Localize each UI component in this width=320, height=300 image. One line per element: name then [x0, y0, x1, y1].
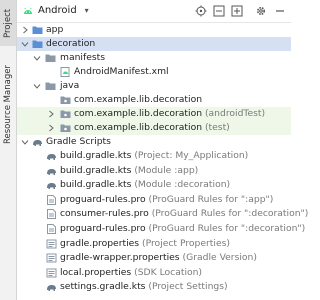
tree-item-gradle-file[interactable]: build.gradle.kts (Module :app): [17, 164, 291, 178]
tree-item-source-tag: (test): [204, 122, 230, 133]
tree-item-label: app: [46, 24, 64, 35]
gradle-icon: [47, 154, 56, 160]
tree-item-label: manifests: [60, 52, 106, 63]
tree-item-label: build.gradle.kts: [60, 164, 132, 176]
tree-item-java[interactable]: java: [17, 79, 291, 93]
minimize-icon[interactable]: [274, 5, 286, 17]
tree-item-note: (Module :decoration): [134, 179, 231, 191]
tree-item-gradle-file[interactable]: settings.gradle.kts (Project Settings): [17, 280, 291, 294]
project-toolbar: Android ▾: [17, 0, 291, 23]
tree-item-label: java: [60, 80, 80, 91]
tree-item-gradle-scripts[interactable]: Gradle Scripts: [17, 135, 291, 149]
module-folder-icon: [32, 40, 43, 48]
tree-item-note: (ProGuard Rules for ":app"): [148, 193, 274, 205]
tree-item-android-manifest[interactable]: AndroidManifest.xml: [17, 65, 291, 79]
gradle-elephant-icon: [33, 140, 42, 146]
package-folder-icon: [60, 96, 71, 104]
file-icon: [47, 194, 56, 205]
expand-all-icon[interactable]: [231, 5, 243, 17]
tree-item-gradle-file[interactable]: gradle.properties (Project Properties): [17, 237, 291, 251]
chevron-down-icon[interactable]: [33, 54, 41, 62]
tree-item-label: com.example.lib.decoration: [74, 108, 203, 119]
chevron-down-icon[interactable]: [33, 82, 41, 90]
tree-item-label: proguard-rules.pro: [60, 223, 146, 234]
tree-item-manifests[interactable]: manifests: [17, 51, 291, 65]
gradle-icon: [47, 285, 56, 292]
tree-item-label: build.gradle.kts: [60, 150, 132, 161]
chevron-down-icon: ▾: [84, 6, 89, 15]
tab-resource-manager[interactable]: Resource Manager: [0, 60, 16, 150]
tree-item-label: decoration: [46, 38, 96, 49]
tree-item-note: (SDK Location): [134, 266, 203, 278]
tree-item-label: consumer-rules.pro: [60, 208, 149, 220]
tree-item-label: build.gradle.kts: [60, 179, 132, 191]
tree-item-label: AndroidManifest.xml: [74, 66, 169, 77]
tree-item-label: local.properties: [60, 266, 132, 278]
android-icon: [24, 7, 32, 14]
tree-item-label: com.example.lib.decoration: [74, 122, 203, 133]
chevron-down-icon[interactable]: [21, 138, 29, 146]
tree-item-note: (Project Settings): [148, 281, 228, 293]
folder-icon: [45, 54, 56, 62]
crosshair-icon[interactable]: [195, 5, 207, 17]
file-icon: [47, 209, 56, 220]
manifest-file-icon: [60, 67, 70, 77]
gradle-icon: [47, 168, 56, 175]
properties-icon: [46, 253, 57, 263]
file-icon: [47, 224, 56, 234]
tree-item-note: (Project: My_Application): [134, 150, 249, 161]
chevron-right-icon[interactable]: [47, 110, 55, 118]
collapse-all-icon[interactable]: [213, 5, 225, 17]
tree-item-label: Gradle Scripts: [46, 136, 111, 147]
view-mode-label: Android: [38, 5, 77, 16]
tree-item-label: settings.gradle.kts: [60, 281, 146, 293]
package-folder-icon: [60, 124, 71, 132]
chevron-right-icon[interactable]: [21, 26, 29, 34]
properties-icon: [46, 239, 57, 249]
tree-item-gradle-file[interactable]: gradle-wrapper.properties (Gradle Versio…: [17, 251, 291, 265]
module-folder-icon: [32, 26, 43, 34]
project-tree: app decoration manifests AndroidManifest…: [17, 23, 308, 300]
tree-item-note: (Project Properties): [142, 237, 230, 249]
tree-item-label: gradle-wrapper.properties: [60, 252, 180, 264]
tree-item-gradle-file[interactable]: proguard-rules.pro (ProGuard Rules for "…: [17, 222, 305, 236]
tree-item-decoration[interactable]: decoration: [17, 37, 291, 51]
tree-item-label: gradle.properties: [60, 237, 140, 249]
tree-item-app[interactable]: app: [17, 23, 291, 37]
gear-icon[interactable]: [255, 5, 267, 17]
tree-item-gradle-file[interactable]: build.gradle.kts (Module :decoration): [17, 178, 291, 192]
package-folder-icon: [60, 110, 71, 118]
folder-icon: [45, 82, 56, 90]
chevron-down-icon[interactable]: [21, 40, 29, 48]
tree-item-source-tag: (androidTest): [204, 108, 266, 119]
chevron-right-icon[interactable]: [47, 124, 55, 132]
tree-item-note: (Module :app): [134, 164, 199, 176]
tree-item-label: com.example.lib.decoration: [74, 94, 203, 105]
tool-window-strip: Project Resource Manager: [0, 0, 17, 300]
tree-item-note: (ProGuard Rules for ":decoration"): [151, 208, 309, 220]
tab-project[interactable]: Project: [0, 0, 16, 46]
tree-item-gradle-file[interactable]: consumer-rules.pro (ProGuard Rules for "…: [17, 207, 308, 221]
view-mode-dropdown[interactable]: Android ▾: [38, 4, 89, 18]
tree-item-note: (Gradle Version): [182, 252, 257, 264]
tree-item-package-main[interactable]: com.example.lib.decoration: [17, 93, 291, 107]
tree-item-gradle-file[interactable]: proguard-rules.pro (ProGuard Rules for "…: [17, 193, 291, 207]
tree-item-package-android-test[interactable]: com.example.lib.decoration (androidTest): [17, 107, 291, 121]
tree-item-label: proguard-rules.pro: [60, 193, 146, 205]
gradle-icon: [47, 183, 56, 190]
tree-item-gradle-file[interactable]: local.properties (SDK Location): [17, 266, 291, 280]
tree-item-gradle-file[interactable]: build.gradle.kts (Project: My_Applicatio…: [17, 149, 291, 163]
properties-icon: [46, 268, 57, 278]
tree-item-package-test[interactable]: com.example.lib.decoration (test): [17, 121, 291, 135]
tree-item-note: (ProGuard Rules for ":decoration"): [148, 223, 306, 234]
